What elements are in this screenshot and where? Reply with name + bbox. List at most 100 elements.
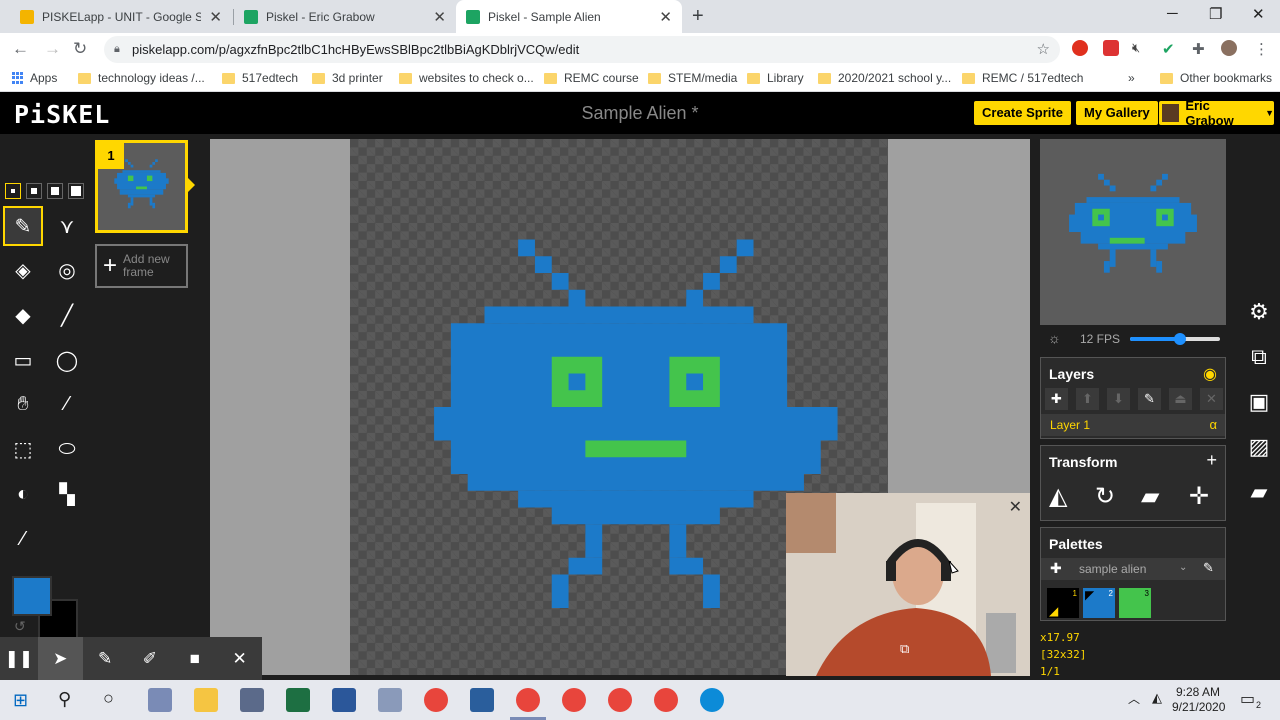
maximize-icon[interactable]: ❐ <box>1209 5 1222 23</box>
lasso-select-icon[interactable]: ⬭ <box>47 429 87 469</box>
dithering-icon[interactable]: ▚ <box>47 474 87 514</box>
file-explorer-icon[interactable] <box>194 688 218 712</box>
bookmark-folder[interactable]: 2020/2021 school y... <box>818 71 951 85</box>
move-layer-down-icon[interactable]: ⬇ <box>1107 388 1130 410</box>
pause-icon[interactable]: ❚❚ <box>0 637 38 680</box>
profile-avatar[interactable] <box>1221 40 1237 56</box>
forward-icon[interactable]: → <box>44 39 61 59</box>
rotate-icon[interactable]: ↻ <box>1095 482 1115 511</box>
bookmark-apps[interactable]: Apps <box>12 71 57 85</box>
fps-slider[interactable] <box>1130 333 1220 345</box>
close-tab-icon[interactable]: ✕ <box>209 8 222 26</box>
mute-icon[interactable]: 🔇︎ <box>1132 40 1148 56</box>
pen-size-2[interactable] <box>26 183 42 199</box>
chrome-icon[interactable] <box>424 688 448 712</box>
popout-icon[interactable]: ⧉ <box>900 641 909 657</box>
merge-layer-icon[interactable]: ⏏ <box>1169 388 1192 410</box>
highlighter-icon[interactable]: ✐ <box>128 637 173 680</box>
palette-swatch-3[interactable]: 3 <box>1119 588 1151 618</box>
add-palette-icon[interactable]: ✚ <box>1050 560 1062 577</box>
tab-piskel-eric-grabow[interactable]: Piskel - Eric Grabow ✕ <box>234 0 456 33</box>
open-folder-icon[interactable]: ▰ <box>1244 479 1274 509</box>
chevron-up-icon[interactable]: ︿ <box>1128 690 1140 707</box>
bookmark-folder[interactable]: REMC course <box>544 71 639 85</box>
center-align-icon[interactable]: ✛ <box>1189 482 1209 511</box>
move-layer-up-icon[interactable]: ⬆ <box>1076 388 1099 410</box>
palette-swatch-2[interactable]: 2 ◤ <box>1083 588 1115 618</box>
add-layer-icon[interactable]: ✚ <box>1045 388 1068 410</box>
network-icon[interactable]: ◭ <box>1152 690 1162 706</box>
rectangle-tool-icon[interactable]: ▭ <box>3 340 43 380</box>
chrome-active-icon[interactable] <box>516 688 540 712</box>
pen-size-4[interactable] <box>68 183 84 199</box>
url-field[interactable]: 🔒︎ piskelapp.com/p/agxzfnBpc2tlbC1hcHByE… <box>104 36 1060 63</box>
webcam-overlay[interactable]: ✕ ⧉ <box>786 493 1030 676</box>
pen-tool-icon[interactable]: ✎ <box>3 206 43 246</box>
onion-skin-icon[interactable]: ☼ <box>1048 330 1061 346</box>
edit-palette-icon[interactable]: ✎ <box>1203 560 1214 576</box>
tab-google-slides[interactable]: PISKELapp - UNIT - Google Slide ✕ <box>10 0 232 33</box>
chrome-icon[interactable] <box>654 688 678 712</box>
pen-size-1[interactable] <box>5 183 21 199</box>
close-window-icon[interactable]: ✕ <box>1252 5 1265 23</box>
settings-gear-icon[interactable]: ⚙ <box>1244 299 1274 329</box>
frame-thumbnail[interactable]: 1 <box>95 140 188 233</box>
bookmark-folder[interactable]: Library <box>747 71 804 85</box>
eye-icon[interactable]: ◉ <box>1203 364 1217 384</box>
pen-annotate-icon[interactable]: ✎ <box>83 637 128 680</box>
eraser-icon[interactable]: ◆ <box>3 295 43 335</box>
shape-selection-icon[interactable]: ⁄ <box>47 384 87 424</box>
windows-start-icon[interactable]: ⊞ <box>13 690 28 711</box>
search-icon[interactable]: ⚲ <box>58 689 71 710</box>
task-view-icon[interactable] <box>148 688 172 712</box>
close-tab-icon[interactable]: ✕ <box>659 8 672 26</box>
clone-sheep-icon[interactable]: ▰ <box>1141 482 1159 511</box>
chrome-icon[interactable] <box>608 688 632 712</box>
more-bookmarks-chevron-icon[interactable]: » <box>1128 71 1135 85</box>
paint-same-color-icon[interactable]: ◎ <box>47 250 87 290</box>
chrome-icon[interactable] <box>562 688 586 712</box>
vertical-mirror-pen-icon[interactable]: ⋎ <box>47 206 87 246</box>
plus-icon[interactable]: + <box>1206 450 1217 471</box>
opera-extension-icon[interactable] <box>1072 40 1088 56</box>
back-icon[interactable]: ← <box>12 39 29 59</box>
other-bookmarks[interactable]: Other bookmarks <box>1160 71 1272 85</box>
edit-layer-icon[interactable]: ✎ <box>1138 388 1161 410</box>
word-icon[interactable] <box>332 688 356 712</box>
swap-colors-icon[interactable]: ↺ <box>14 618 26 635</box>
bookmark-folder[interactable]: REMC / 517edtech <box>962 71 1083 85</box>
add-frame-button[interactable]: + Add new frame <box>95 244 188 288</box>
create-sprite-button[interactable]: Create Sprite <box>974 101 1071 125</box>
layer-row[interactable]: Layer 1 α <box>1041 414 1225 436</box>
lighten-icon[interactable]: ◐ <box>3 474 43 514</box>
bookmark-folder[interactable]: STEM/media <box>648 71 737 85</box>
system-clock[interactable]: 9:28 AM 9/21/2020 <box>1172 685 1225 715</box>
paint-bucket-icon[interactable]: ◈ <box>3 250 43 290</box>
psx-icon[interactable] <box>470 688 494 712</box>
color-picker-icon[interactable]: ⁄ <box>3 519 43 559</box>
pointer-icon[interactable]: ➤ <box>37 637 83 680</box>
bookmark-folder[interactable]: websites to check o... <box>399 71 534 85</box>
palette-swatch-1[interactable]: 1 ◢ <box>1047 588 1079 618</box>
minimize-icon[interactable]: ─ <box>1167 5 1178 22</box>
close-webcam-icon[interactable]: ✕ <box>1009 497 1022 517</box>
excel-icon[interactable] <box>286 688 310 712</box>
stroke-line-icon[interactable]: ╱ <box>47 295 87 335</box>
lock-icon[interactable]: 🔒︎ <box>114 36 120 63</box>
paint-icon[interactable] <box>378 688 402 712</box>
bookmark-folder[interactable]: 3d printer <box>312 71 383 85</box>
bookmark-folder[interactable]: 517edtech <box>222 71 298 85</box>
extensions-puzzle-icon[interactable]: ✚ <box>1192 40 1208 58</box>
primary-color-swatch[interactable] <box>12 576 52 616</box>
circle-tool-icon[interactable]: ◯ <box>47 340 87 380</box>
reload-icon[interactable]: ↻ <box>73 39 87 59</box>
edge-icon[interactable] <box>700 688 724 712</box>
bookmark-folder[interactable]: technology ideas /... <box>78 71 205 85</box>
my-gallery-button[interactable]: My Gallery <box>1076 101 1158 125</box>
more-menu-icon[interactable]: ⋮ <box>1254 40 1270 58</box>
pen-size-3[interactable] <box>47 183 63 199</box>
store-icon[interactable] <box>240 688 264 712</box>
bookmark-star-icon[interactable]: ☆ <box>1037 36 1050 63</box>
close-tab-icon[interactable]: ✕ <box>433 8 446 26</box>
new-tab-button[interactable]: + <box>692 5 704 28</box>
